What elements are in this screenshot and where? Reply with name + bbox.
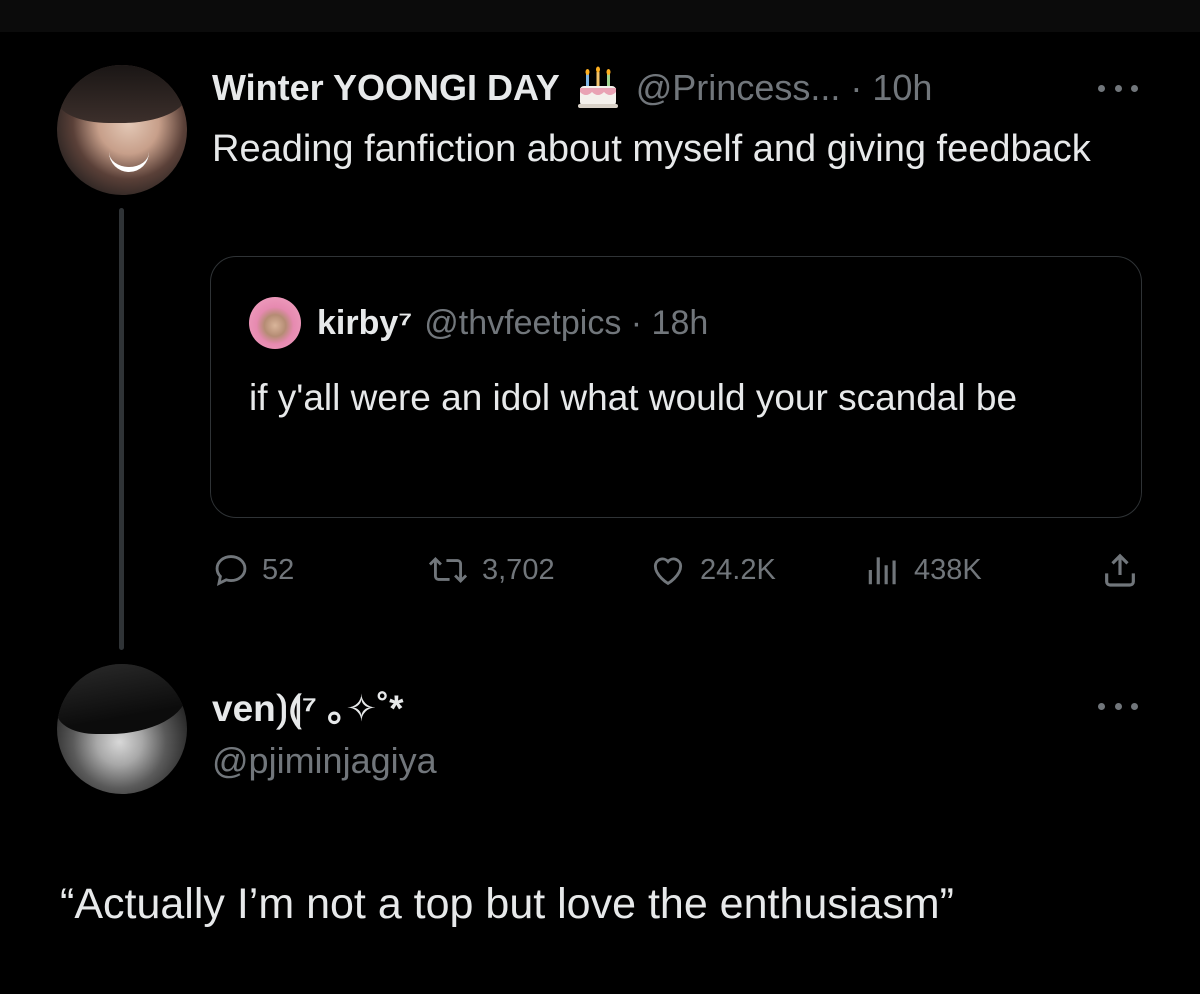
views-button[interactable]: 438K — [864, 548, 982, 592]
quoted-tweet[interactable]: kirby⁷ @thvfeetpics · 18h if y'all were … — [210, 256, 1142, 518]
reply-avatar-hair — [57, 664, 187, 734]
tweet-header: Winter YOONGI DAY @Princess... · 10h — [212, 62, 932, 114]
quote-handle-time: @thvfeetpics · 18h — [424, 303, 709, 342]
reply-handle[interactable]: @pjiminjagiya — [212, 736, 437, 786]
retweet-count: 3,702 — [482, 553, 555, 586]
like-button[interactable]: 24.2K — [648, 548, 776, 592]
views-icon — [868, 557, 896, 585]
tweet-text: Reading fanfiction about myself and givi… — [212, 128, 1091, 170]
thread-line — [119, 208, 124, 650]
more-options-icon[interactable] — [1098, 82, 1138, 94]
cake-icon — [577, 66, 618, 108]
quote-text: if y'all were an idol what would your sc… — [249, 377, 1018, 418]
handle-time[interactable]: @Princess... · 10h — [636, 67, 933, 109]
reply-avatar[interactable] — [57, 664, 187, 794]
reply-count: 52 — [262, 553, 295, 586]
share-button[interactable] — [1100, 548, 1152, 592]
caption-text: “Actually I’m not a top but love the ent… — [60, 879, 954, 928]
quote-avatar — [249, 297, 301, 349]
views-count: 438K — [914, 553, 982, 586]
retweet-icon — [428, 556, 468, 584]
display-name[interactable]: Winter YOONGI DAY — [212, 67, 560, 109]
top-bar — [0, 0, 1200, 32]
quote-header: kirby⁷ @thvfeetpics · 18h — [317, 295, 708, 351]
quote-display-name: kirby⁷ — [317, 303, 413, 342]
avatar-hair — [57, 65, 187, 123]
heart-icon — [653, 557, 683, 586]
like-count: 24.2K — [700, 553, 776, 586]
reply-icon — [215, 555, 247, 587]
reply-button[interactable]: 52 — [212, 548, 294, 592]
reply-display-name[interactable]: ven⟯⟬⁷ ｡✧˚* — [212, 680, 404, 730]
reply-more-options-icon[interactable] — [1098, 700, 1138, 712]
retweet-button[interactable]: 3,702 — [426, 548, 555, 592]
avatar[interactable] — [57, 65, 187, 195]
avatar-smile — [109, 147, 149, 172]
share-icon — [1105, 553, 1135, 587]
